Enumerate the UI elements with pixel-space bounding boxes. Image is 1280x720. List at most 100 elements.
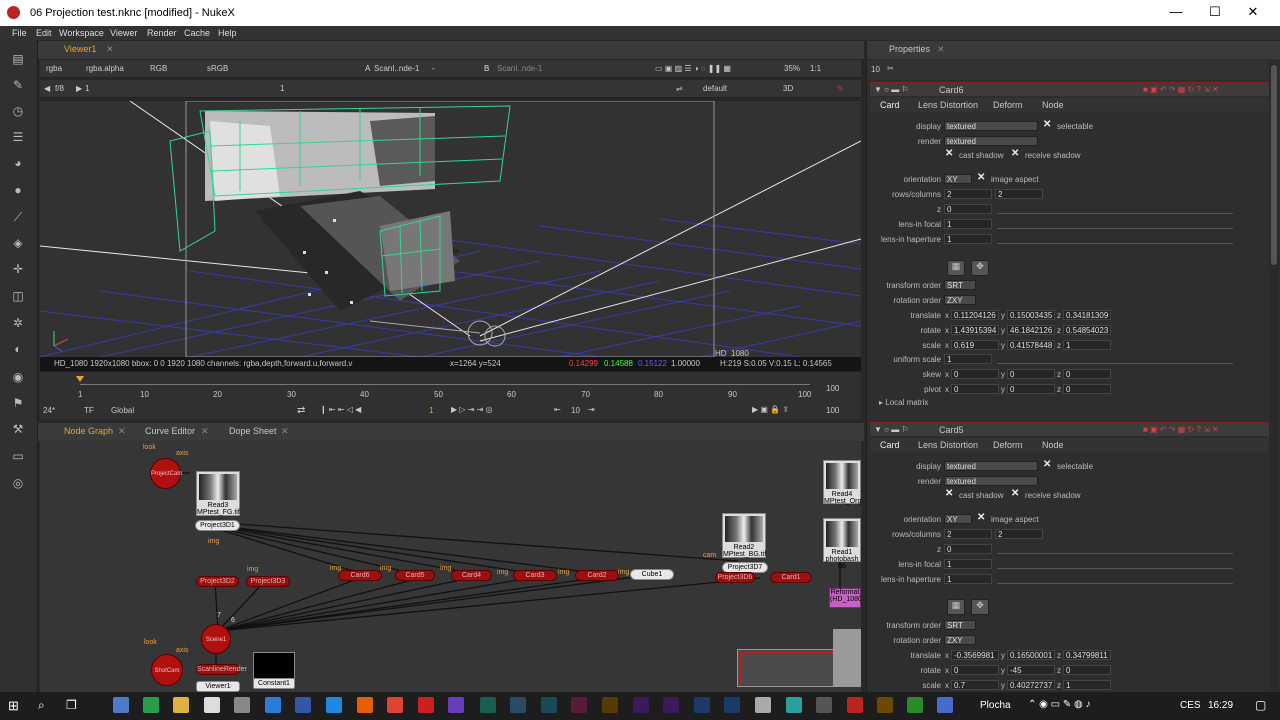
camera-dropdown[interactable]: default <box>703 84 727 93</box>
rotate-y-field[interactable]: 46.1842126 <box>1007 325 1055 335</box>
other-icon[interactable]: ▭ <box>10 449 26 463</box>
save-app-icon[interactable] <box>113 697 129 713</box>
scale-y-field[interactable]: 0.40272737 <box>1007 680 1055 690</box>
aftereffects-app-icon[interactable] <box>663 697 679 713</box>
menu-viewer[interactable]: Viewer <box>110 28 137 38</box>
card-node[interactable]: Card6 <box>338 570 382 581</box>
translate-y-field[interactable]: 0.16500001 <box>1007 650 1055 660</box>
metadata-icon[interactable]: ⚑ <box>10 396 26 410</box>
skip-fwd-icon[interactable]: ⇥ <box>588 405 595 414</box>
scale-x-field[interactable]: 0.619 <box>951 340 999 350</box>
z-field[interactable]: 0 <box>944 544 992 554</box>
paint-icon[interactable]: ✎ <box>837 84 844 93</box>
playhead-icon[interactable] <box>76 376 84 382</box>
project3d-node[interactable]: Project3D2 <box>196 576 239 587</box>
tab-node-graph[interactable]: Node Graph <box>64 426 113 436</box>
fstop-field[interactable]: f/8 <box>55 84 64 93</box>
minimap-viewport[interactable] <box>740 652 836 684</box>
scale-y-field[interactable]: 0.41578448 <box>1007 340 1055 350</box>
card-node[interactable]: Card2 <box>575 570 619 581</box>
cast-shadow-checkbox[interactable]: ✕ <box>945 148 953 159</box>
panel-controls[interactable]: ■ ▣ ↶ ↷ ▦ ↻ ? ⇲ ✕ <box>1143 85 1219 94</box>
receive-shadow-checkbox[interactable]: ✕ <box>1011 488 1019 499</box>
toolsets-icon[interactable]: ⚒ <box>10 422 26 436</box>
out-frame-field[interactable]: 100 <box>826 406 839 415</box>
project3d1-node[interactable]: Project3D1 <box>195 520 240 531</box>
tab-lens-distortion[interactable]: Lens Distortion <box>918 100 978 110</box>
file-explorer-icon[interactable] <box>173 697 189 713</box>
search-icon[interactable]: ⌕ <box>38 698 45 713</box>
app-icon[interactable] <box>786 697 802 713</box>
windows-start-icon[interactable]: ⊞ <box>8 698 19 714</box>
collapse-icon[interactable]: ▼ ○ ▬ ⚐ <box>874 85 909 94</box>
tab-dope-sheet[interactable]: Dope Sheet <box>229 426 277 436</box>
scale-z-field[interactable]: 1 <box>1063 680 1111 690</box>
illustrator-app-icon[interactable] <box>602 697 618 713</box>
vs-app-icon[interactable] <box>448 697 464 713</box>
views-icon[interactable]: ◉ <box>10 370 26 384</box>
notifications-icon[interactable]: ▢ <box>1255 698 1266 712</box>
orientation-dropdown[interactable]: XY <box>944 174 972 184</box>
rotation-order-dropdown[interactable]: ZXY <box>944 295 976 305</box>
rotation-order-dropdown[interactable]: ZXY <box>944 635 976 645</box>
furnace-icon[interactable]: ◎ <box>10 476 26 490</box>
rows-field[interactable]: 2 <box>944 189 992 199</box>
operation-dropdown[interactable]: - <box>432 64 435 73</box>
bridge-app-icon[interactable] <box>877 697 893 713</box>
timeline-ruler[interactable] <box>80 384 810 385</box>
read2-node[interactable]: Read2 MPtest_BG.tif <box>722 513 766 558</box>
collapse-icon[interactable]: ▼ ○ ▬ ⚐ <box>874 425 909 434</box>
frame-field[interactable]: 1 <box>85 84 89 93</box>
3d-viewport[interactable]: HD_1080 <box>40 101 861 357</box>
node-graph-canvas[interactable]: look axis ProjectCam Read3 MPtest_FG.tif… <box>40 441 861 692</box>
skew-y-field[interactable]: 0 <box>1007 369 1055 379</box>
chrome-icon[interactable] <box>387 697 403 713</box>
input-a-dropdown[interactable]: ScanI..nde-1 <box>374 64 419 73</box>
tab-card[interactable]: Card <box>880 100 900 110</box>
node-name-field[interactable]: Card5 <box>939 425 964 435</box>
card-node[interactable]: Card3 <box>513 570 557 581</box>
menu-render[interactable]: Render <box>147 28 177 38</box>
audition-app-icon[interactable] <box>541 697 557 713</box>
read3-node[interactable]: Read3 MPtest_FG.tif <box>196 471 240 516</box>
store-app-icon[interactable] <box>295 697 311 713</box>
selectable-checkbox[interactable]: ✕ <box>1043 459 1051 470</box>
read1-node[interactable]: Read1 photobash 06 <box>823 518 861 570</box>
play-fwd-icon[interactable]: ▶ <box>76 84 82 93</box>
desktop-label[interactable]: Plocha <box>980 700 1011 711</box>
spreadsheet-app-icon[interactable] <box>143 697 159 713</box>
tab-curve-editor[interactable]: Curve Editor <box>145 426 195 436</box>
transform-handle-icon[interactable]: ✥ <box>971 260 989 276</box>
shotcam-node[interactable]: ShotCam <box>151 654 183 686</box>
lens-haperture-slider[interactable] <box>997 574 1233 584</box>
scanline-render-node[interactable]: ScanlineRender <box>196 664 247 675</box>
skew-x-field[interactable]: 0 <box>951 369 999 379</box>
tray-icons[interactable]: ⌃ ◉ ▭ ✎ ◍ ♪ <box>1028 699 1091 710</box>
panel-controls[interactable]: ■ ▣ ↶ ↷ ▦ ↻ ? ⇲ ✕ <box>1143 425 1219 434</box>
scope-dropdown[interactable]: Global <box>111 406 134 415</box>
image-aspect-checkbox[interactable]: ✕ <box>977 172 985 183</box>
current-frame-field[interactable]: 1 <box>429 406 433 415</box>
translate-z-field[interactable]: 0.34181309 <box>1063 310 1111 320</box>
project-camera-node[interactable]: ProjectCam <box>150 458 182 489</box>
merge-icon[interactable]: ◈ <box>10 236 26 250</box>
columns-field[interactable]: 2 <box>995 189 1043 199</box>
media-app-icon[interactable] <box>418 697 434 713</box>
properties-scrollbar[interactable] <box>1269 61 1279 691</box>
minimize-button[interactable]: — <box>1166 4 1186 22</box>
mail-app-icon[interactable] <box>265 697 281 713</box>
close-tab-icon[interactable]: ✕ <box>106 44 114 55</box>
project3d-node[interactable]: Project3D3 <box>246 576 290 587</box>
tf-dropdown[interactable]: TF <box>84 406 94 415</box>
render-dropdown[interactable]: textured <box>944 136 1038 146</box>
zoom-dropdown[interactable]: 35% <box>784 64 800 73</box>
pivot-z-field[interactable]: 0 <box>1063 384 1111 394</box>
translate-x-field[interactable]: 0.11204126 <box>951 310 999 320</box>
3d-icon[interactable]: ◫ <box>10 289 26 303</box>
lens-haperture-field[interactable]: 1 <box>944 234 992 244</box>
time-icon[interactable]: ◷ <box>10 104 26 118</box>
max-panels-field[interactable]: 10 <box>871 65 880 74</box>
node-name-field[interactable]: Card6 <box>939 85 964 95</box>
maximize-button[interactable]: ☐ <box>1205 4 1225 22</box>
tab-deform[interactable]: Deform <box>993 100 1023 110</box>
